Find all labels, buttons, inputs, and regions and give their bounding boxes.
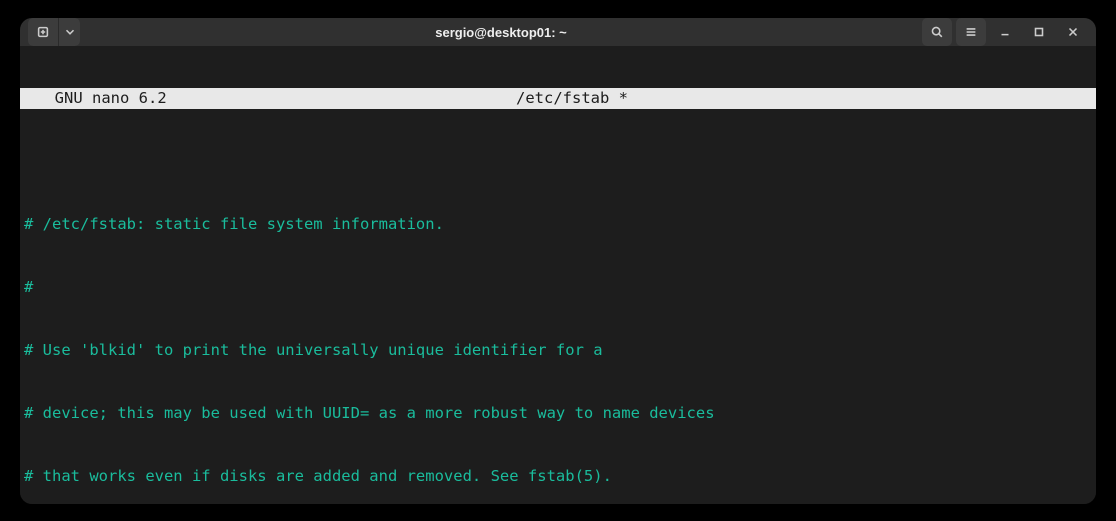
nano-app-name: GNU nano 6.2 [36,88,516,109]
terminal-viewport[interactable]: GNU nano 6.2 /etc/fstab * # /etc/fstab: … [20,46,1096,504]
new-tab-button[interactable] [28,18,58,46]
maximize-button[interactable] [1024,18,1054,46]
nano-file-name: /etc/fstab * [516,88,1096,109]
chevron-down-icon [63,25,77,39]
editor-line: # /etc/fstab: static file system informa… [24,214,1092,235]
editor-line: # [24,277,1092,298]
titlebar: sergio@desktop01: ~ [20,18,1096,46]
close-button[interactable] [1058,18,1088,46]
editor-line: # that works even if disks are added and… [24,466,1092,487]
search-icon [930,25,944,39]
editor-content: # /etc/fstab: static file system informa… [20,172,1096,504]
minimize-button[interactable] [990,18,1020,46]
window-title: sergio@desktop01: ~ [80,25,922,40]
hamburger-icon [964,25,978,39]
new-tab-dropdown[interactable] [58,18,80,46]
menu-button[interactable] [956,18,986,46]
new-tab-icon [36,25,50,39]
editor-line: # Use 'blkid' to print the universally u… [24,340,1092,361]
terminal-window: sergio@desktop01: ~ GNU nano 6.2 /etc/fs… [20,18,1096,504]
new-tab-group [28,18,80,46]
search-button[interactable] [922,18,952,46]
nano-header-bar: GNU nano 6.2 /etc/fstab * [20,88,1096,109]
minimize-icon [998,25,1012,39]
editor-line: # device; this may be used with UUID= as… [24,403,1092,424]
maximize-icon [1032,25,1046,39]
close-icon [1066,25,1080,39]
